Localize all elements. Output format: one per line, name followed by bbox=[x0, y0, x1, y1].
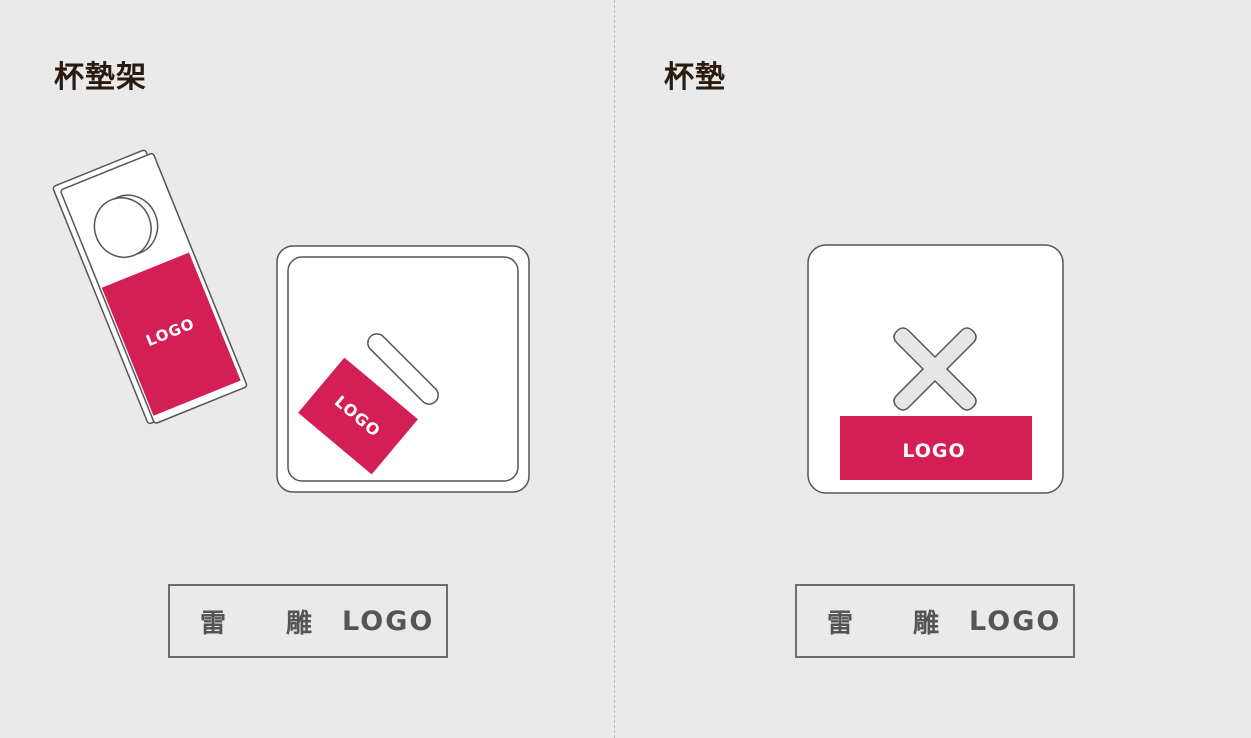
label-char-1: 雷 bbox=[827, 608, 854, 639]
laser-engrave-label-left: 雷 雕 LOGO bbox=[168, 584, 448, 658]
label-char-2: 雕 bbox=[913, 608, 940, 639]
label-logo-text: LOGO bbox=[969, 605, 1062, 637]
label-char-2: 雕 bbox=[286, 608, 313, 639]
laser-engrave-label-right: 雷 雕 LOGO bbox=[795, 584, 1075, 658]
coaster-holder-illustration: LOGO bbox=[52, 149, 248, 425]
label-logo-text: LOGO bbox=[342, 605, 435, 637]
label-char-1: 雷 bbox=[200, 608, 227, 639]
coaster-tray-illustration: LOGO bbox=[276, 245, 530, 493]
coaster-illustration: LOGO bbox=[807, 244, 1064, 494]
coaster-logo-text: LOGO bbox=[902, 440, 965, 462]
